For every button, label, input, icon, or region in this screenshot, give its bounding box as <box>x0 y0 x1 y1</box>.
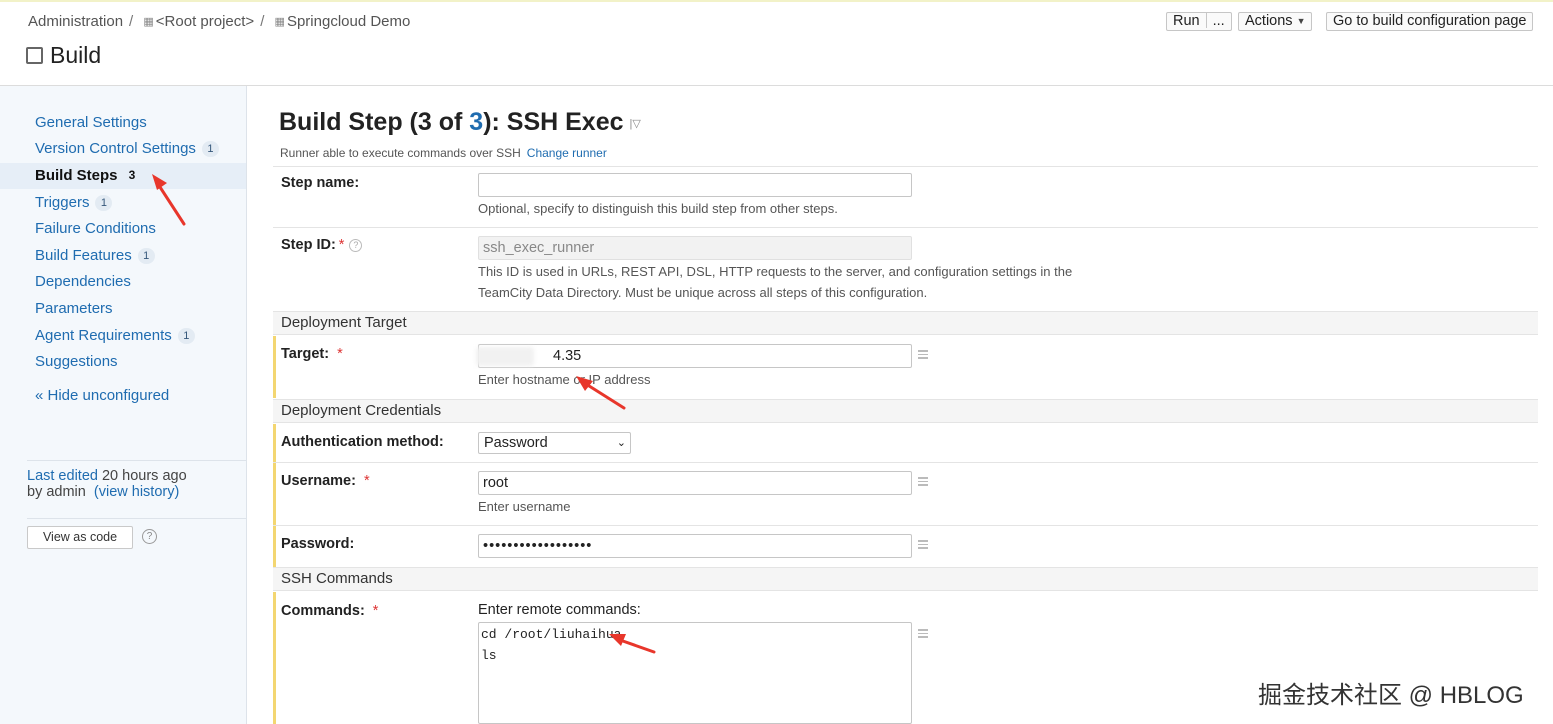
required-marker: * <box>337 346 343 362</box>
username-input[interactable] <box>478 471 912 495</box>
page-header: Administration / ▦ <Root project> / ▦ Spring… <box>0 0 1553 86</box>
step-name-input[interactable] <box>478 173 912 197</box>
redacted-ip-blur <box>476 347 534 366</box>
commands-hint: Enter remote commands: <box>478 602 641 618</box>
project-icon: ▦ <box>274 16 285 28</box>
go-to-build-config-label: Go to build configuration page <box>1333 13 1527 29</box>
last-edited-info: Last edited 20 hours ago by admin (view … <box>27 468 187 500</box>
run-button[interactable]: Run <box>1173 13 1200 29</box>
breadcrumb-administration[interactable]: Administration <box>28 13 123 30</box>
build-config-icon <box>26 47 43 64</box>
auth-method-label: Authentication method: <box>281 434 444 450</box>
required-marker: * <box>338 237 345 253</box>
run-custom-button[interactable]: ... <box>1213 13 1225 29</box>
step-id-note-line-1: This ID is used in URLs, REST API, DSL, … <box>478 264 1073 279</box>
annotation-arrow-icon <box>609 634 656 654</box>
password-label: Password: <box>281 536 355 552</box>
watermark: 掘金技术社区 @ HBLOG <box>1258 682 1524 709</box>
sidebar-divider <box>27 460 247 461</box>
parameter-picker-icon[interactable] <box>918 629 928 638</box>
sidebar-divider <box>27 518 247 519</box>
sidebar-item-triggers[interactable]: Triggers 1 <box>35 194 113 211</box>
row-divider <box>273 227 1538 228</box>
breadcrumb: Administration / ▦ <Root project> / ▦ Spring… <box>28 13 411 30</box>
auth-method-value: Password <box>484 435 548 451</box>
required-marker: * <box>372 603 379 619</box>
step-id-note-line-2: TeamCity Data Directory. Must be unique … <box>478 285 928 300</box>
count-badge: 1 <box>95 195 113 211</box>
parameter-picker-icon[interactable] <box>918 540 928 549</box>
last-edited-label: Last edited <box>27 468 98 484</box>
sidebar-item-build-steps[interactable]: Build Steps 3 <box>0 163 246 189</box>
sidebar-item-agent-requirements[interactable]: Agent Requirements 1 <box>35 327 195 344</box>
auth-method-select[interactable]: Password ⌄ <box>478 432 631 454</box>
count-badge: 1 <box>201 141 219 157</box>
count-badge: 1 <box>177 328 195 344</box>
password-input[interactable] <box>478 534 912 558</box>
actions-label: Actions <box>1245 13 1293 29</box>
annotation-arrow-icon <box>152 174 186 226</box>
page-title-text: Build <box>50 42 102 68</box>
required-row-indicator <box>273 424 276 567</box>
sidebar-item-failure-conditions[interactable]: Failure Conditions <box>35 220 156 237</box>
caret-down-icon: ▼ <box>1296 16 1306 26</box>
sidebar-item-build-features[interactable]: Build Features 1 <box>35 247 155 264</box>
parameter-picker-icon[interactable] <box>918 477 928 486</box>
project-icon: ▦ <box>143 16 154 28</box>
step-id-input[interactable] <box>478 236 912 260</box>
view-as-code-button[interactable]: View as code <box>27 526 133 549</box>
section-ssh-commands: SSH Commands <box>273 567 1538 591</box>
annotation-arrow-icon <box>576 376 626 410</box>
last-edited-time: 20 hours ago <box>101 468 187 484</box>
target-label: Target: * <box>281 346 343 362</box>
step-id-label: Step ID: *? <box>281 237 363 253</box>
help-icon[interactable]: ? <box>349 239 363 252</box>
page-title: Build <box>26 42 101 69</box>
help-icon[interactable]: ? <box>142 529 157 544</box>
row-divider <box>273 525 1538 526</box>
runner-description: Runner able to execute commands over SSH… <box>280 146 607 160</box>
step-count-link[interactable]: 3 <box>469 108 483 136</box>
commands-label: Commands: * <box>281 603 379 619</box>
sidebar-item-dependencies[interactable]: Dependencies <box>35 273 131 290</box>
chevron-down-icon: ⌄ <box>616 437 626 449</box>
settings-sidebar: General Settings Version Control Setting… <box>0 86 247 724</box>
username-note: Enter username <box>478 499 571 514</box>
hide-unconfigured-link[interactable]: « Hide unconfigured <box>35 387 169 404</box>
view-history-link[interactable]: (view history) <box>94 484 179 500</box>
edited-by: by admin <box>27 484 86 500</box>
step-menu-icon[interactable]: |▽ <box>630 118 641 130</box>
sidebar-item-parameters[interactable]: Parameters <box>35 300 113 317</box>
required-marker: * <box>363 473 370 489</box>
required-row-indicator <box>273 592 276 724</box>
step-name-note: Optional, specify to distinguish this bu… <box>478 201 838 216</box>
count-badge: 1 <box>137 248 155 264</box>
count-badge: 3 <box>128 168 136 182</box>
commands-textarea[interactable]: cd /root/liuhaihua ls <box>478 622 912 724</box>
target-input[interactable] <box>478 344 912 368</box>
sidebar-item-suggestions[interactable]: Suggestions <box>35 353 118 370</box>
run-button-group: Run... <box>1166 12 1232 31</box>
change-runner-link[interactable]: Change runner <box>527 146 607 160</box>
row-divider <box>273 462 1538 463</box>
actions-button[interactable]: Actions ▼ <box>1238 12 1313 31</box>
parameter-picker-icon[interactable] <box>918 350 928 359</box>
sidebar-item-general-settings[interactable]: General Settings <box>35 114 147 131</box>
username-label: Username: * <box>281 473 370 489</box>
go-to-build-config-button[interactable]: Go to build configuration page <box>1326 12 1534 31</box>
row-divider <box>273 166 1538 167</box>
build-step-title: Build Step (3 of 3): SSH Exec |▽ <box>279 108 641 136</box>
sidebar-item-version-control-settings[interactable]: Version Control Settings 1 <box>35 140 219 157</box>
section-deployment-credentials: Deployment Credentials <box>273 399 1538 423</box>
section-deployment-target: Deployment Target <box>273 311 1538 335</box>
breadcrumb-root-project[interactable]: <Root project> <box>156 13 254 30</box>
breadcrumb-springcloud-demo[interactable]: Springcloud Demo <box>287 13 410 30</box>
required-row-indicator <box>273 336 276 398</box>
step-name-label: Step name: <box>281 175 360 191</box>
